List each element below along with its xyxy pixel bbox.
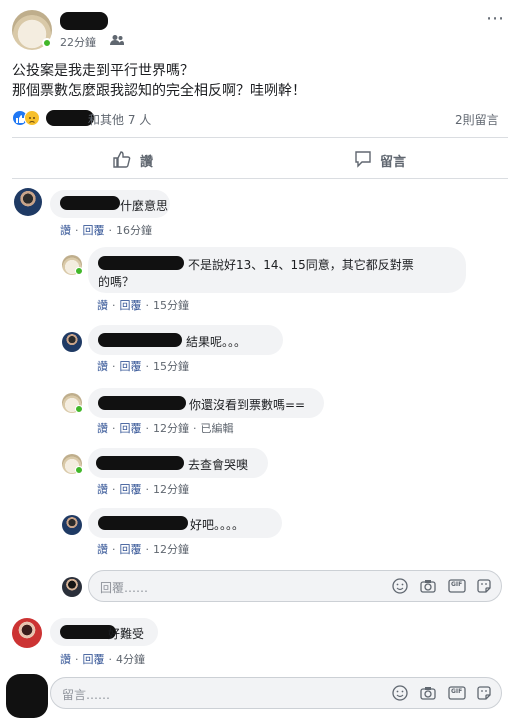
reply-like-link[interactable]: 讚	[97, 360, 108, 373]
audience-friends-icon	[110, 34, 124, 49]
commenter-name-redacted[interactable]	[60, 196, 120, 210]
reply-text-line-1: 不是說好13、14、15同意，其它都反對票	[188, 258, 414, 272]
divider	[12, 137, 508, 138]
like-button-label: 讚	[140, 155, 154, 170]
comment-input-placeholder: 留言……	[62, 688, 111, 702]
reply-text: 好吧。。。。	[190, 518, 245, 532]
reply-author-redacted[interactable]	[96, 456, 184, 470]
more-options-icon[interactable]: ⋯	[486, 8, 504, 29]
gif-icon-label: GIF	[451, 688, 463, 695]
post-time[interactable]: 22分鐘	[60, 34, 96, 50]
online-indicator	[75, 466, 83, 474]
reply-actions: 讚 · 回覆 · 15分鐘	[97, 299, 189, 312]
edited-label[interactable]: 已編輯	[201, 422, 234, 435]
reply-reply-link[interactable]: 回覆	[120, 543, 142, 556]
reply-reply-link[interactable]: 回覆	[120, 299, 142, 312]
comment-text: 什麼意思	[120, 199, 169, 213]
reply-author-redacted[interactable]	[98, 256, 184, 270]
online-indicator	[42, 38, 52, 48]
reply-avatar[interactable]	[62, 515, 82, 535]
comment-time[interactable]: 16分鐘	[116, 224, 152, 237]
poster-name-redacted[interactable]	[60, 12, 108, 30]
comment-actions: 讚 · 回覆 · 4分鐘	[60, 653, 145, 666]
reply-text: 結果呢。。。	[186, 335, 247, 349]
reply-input-placeholder: 回覆……	[100, 581, 149, 595]
reply-like-link[interactable]: 讚	[97, 543, 108, 556]
reply-reply-link[interactable]: 回覆	[120, 360, 142, 373]
commenter-avatar[interactable]	[14, 188, 42, 216]
camera-icon[interactable]	[420, 578, 436, 594]
like-button[interactable]: 讚	[112, 149, 172, 171]
reply-avatar[interactable]	[62, 332, 82, 352]
reply-actions: 讚 · 回覆 · 15分鐘	[97, 360, 189, 373]
reply-actions: 讚 · 回覆 · 12分鐘	[97, 543, 189, 556]
current-user-avatar-redacted[interactable]	[6, 674, 48, 718]
reply-like-link[interactable]: 讚	[97, 422, 108, 435]
online-indicator	[75, 267, 83, 275]
reply-text: 去查會哭噢	[188, 458, 249, 472]
reply-text-line-2: 的嗎？	[98, 275, 135, 289]
reply-reply-link[interactable]: 回覆	[120, 422, 142, 435]
sticker-icon[interactable]	[476, 578, 492, 594]
reply-actions: 讚 · 回覆 · 12分鐘	[97, 483, 189, 496]
reply-author-redacted[interactable]	[98, 333, 182, 347]
online-indicator	[75, 405, 83, 413]
reply-author-redacted[interactable]	[98, 396, 186, 410]
comment-like-link[interactable]: 讚	[60, 653, 71, 666]
camera-icon[interactable]	[420, 685, 436, 701]
reply-like-link[interactable]: 讚	[97, 299, 108, 312]
speech-bubble-icon	[354, 150, 372, 172]
emoji-icon[interactable]	[392, 578, 408, 594]
comment-reply-link[interactable]: 回覆	[83, 224, 105, 237]
reply-reply-link[interactable]: 回覆	[120, 483, 142, 496]
commenter-avatar[interactable]	[12, 618, 42, 648]
comment-button[interactable]: 留言	[354, 149, 424, 171]
comment-actions: 讚 · 回覆 · 16分鐘	[60, 224, 152, 237]
comment-text: 好難受	[108, 627, 145, 641]
gif-icon[interactable]: GIF	[448, 578, 466, 594]
sad-reaction-icon[interactable]	[24, 110, 40, 126]
gif-icon-label: GIF	[451, 581, 463, 588]
thumbs-up-icon	[112, 149, 132, 173]
reply-time[interactable]: 15分鐘	[153, 360, 189, 373]
reply-time[interactable]: 15分鐘	[153, 299, 189, 312]
current-user-avatar[interactable]	[62, 577, 82, 597]
gif-icon[interactable]: GIF	[448, 685, 466, 701]
sticker-icon[interactable]	[476, 685, 492, 701]
reply-author-redacted[interactable]	[98, 516, 188, 530]
reply-like-link[interactable]: 讚	[97, 483, 108, 496]
post-text-line-2: 那個票數怎麼跟我認知的完全相反啊？哇咧幹！	[12, 83, 306, 99]
reactions-count[interactable]: 和其他 7 人	[88, 111, 151, 128]
reply-time[interactable]: 12分鐘	[153, 483, 189, 496]
divider	[12, 178, 508, 179]
reply-time[interactable]: 12分鐘	[153, 543, 189, 556]
post-text-line-1: 公投案是我走到平行世界嗎？	[12, 63, 194, 79]
reply-time[interactable]: 12分鐘	[153, 422, 189, 435]
reactor-name-redacted[interactable]	[46, 110, 94, 126]
reply-text: 你還沒看到票數嗎==	[189, 398, 306, 412]
reply-actions: 讚 · 回覆 · 12分鐘 · 已編輯	[97, 422, 234, 435]
emoji-icon[interactable]	[392, 685, 408, 701]
comment-like-link[interactable]: 讚	[60, 224, 71, 237]
comments-count[interactable]: 2則留言	[455, 111, 499, 128]
comment-time[interactable]: 4分鐘	[116, 653, 145, 666]
reply-input[interactable]	[88, 570, 502, 602]
comment-button-label: 留言	[380, 155, 407, 170]
comment-reply-link[interactable]: 回覆	[83, 653, 105, 666]
